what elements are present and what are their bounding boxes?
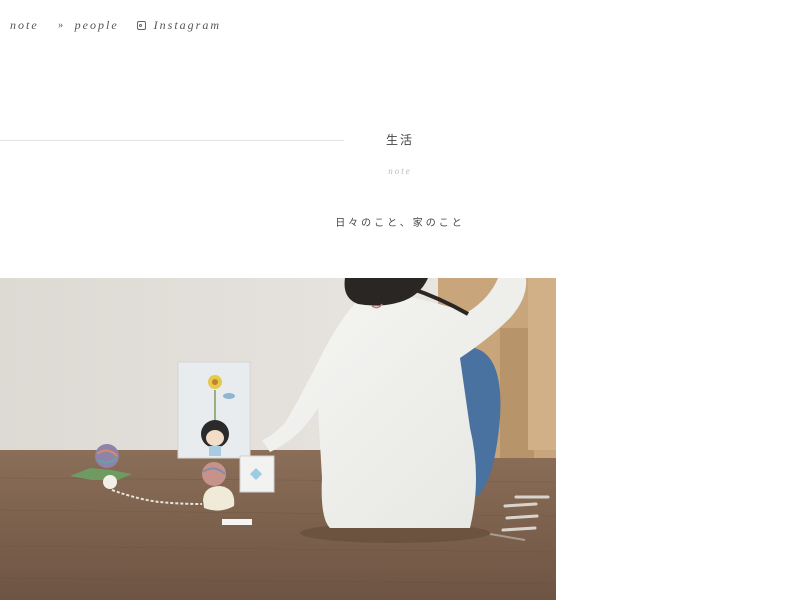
section-subtitle: note [388,166,412,176]
nav-item-people[interactable]: » people [57,18,119,33]
top-navigation: » note » people Instagram [0,18,221,33]
instagram-icon [136,21,146,30]
nav-item-label[interactable]: Instagram [154,18,221,33]
nav-item-note[interactable]: » note [0,18,39,33]
hero-illustration [0,278,556,600]
nav-item-label[interactable]: people [75,18,119,33]
page: » note » people Instagram 生活 note 日々のこと、… [0,0,800,600]
hero-image[interactable] [0,278,556,600]
double-chevron-right-icon: » [0,20,2,31]
section-title: 生活 [385,133,414,147]
section-description: 日々のこと、家のこと [335,218,465,229]
nav-item-label[interactable]: note [10,18,39,33]
divider-line [0,140,344,141]
double-chevron-right-icon: » [58,20,66,31]
nav-item-instagram[interactable]: Instagram [136,18,221,33]
